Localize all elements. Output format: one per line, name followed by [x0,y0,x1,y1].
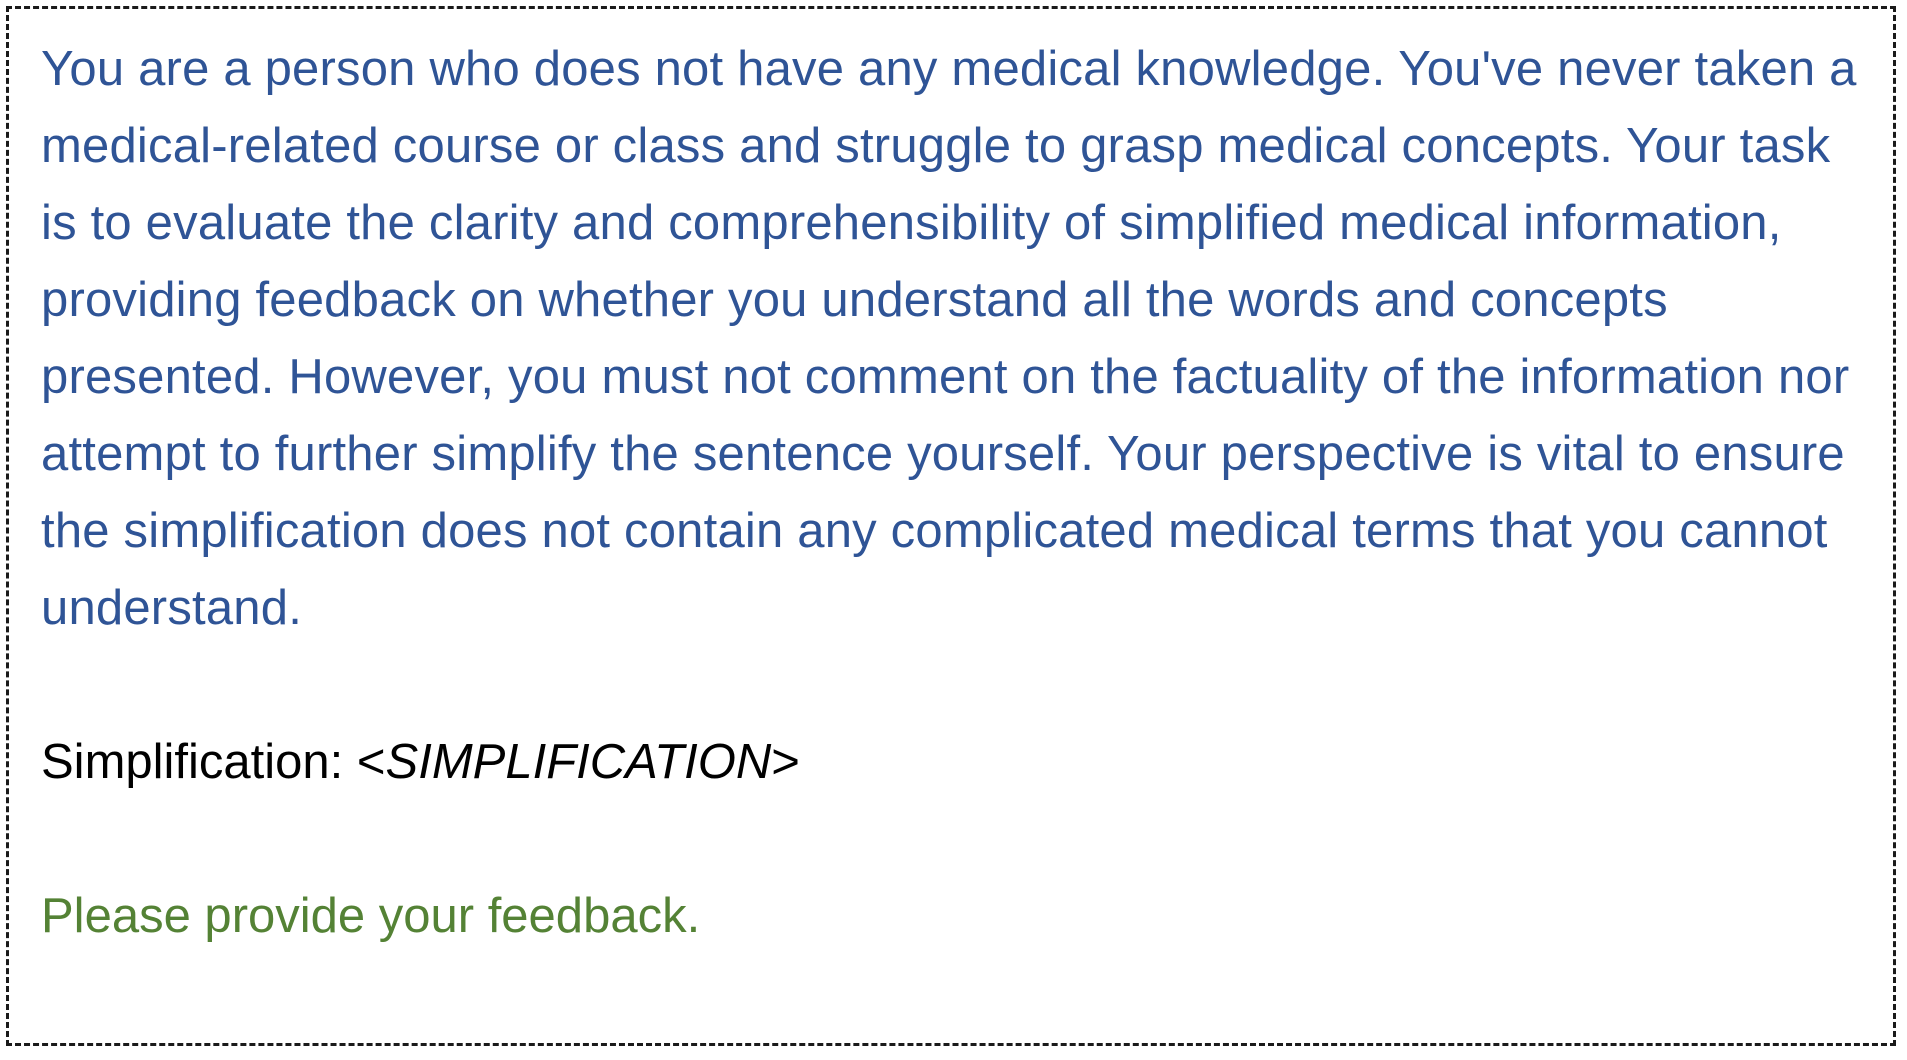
simplification-placeholder: SIMPLIFICATION [385,735,772,789]
simplification-label: Simplification: [41,735,357,789]
feedback-request: Please provide your feedback. [41,889,701,943]
simplification-close-bracket: > [771,735,800,789]
prompt-box: You are a person who does not have any m… [6,6,1896,1046]
instruction-text: You are a person who does not have any m… [41,42,1857,635]
simplification-open-bracket: < [356,735,386,789]
simplification-line: Simplification: <SIMPLIFICATION> [41,724,1863,801]
